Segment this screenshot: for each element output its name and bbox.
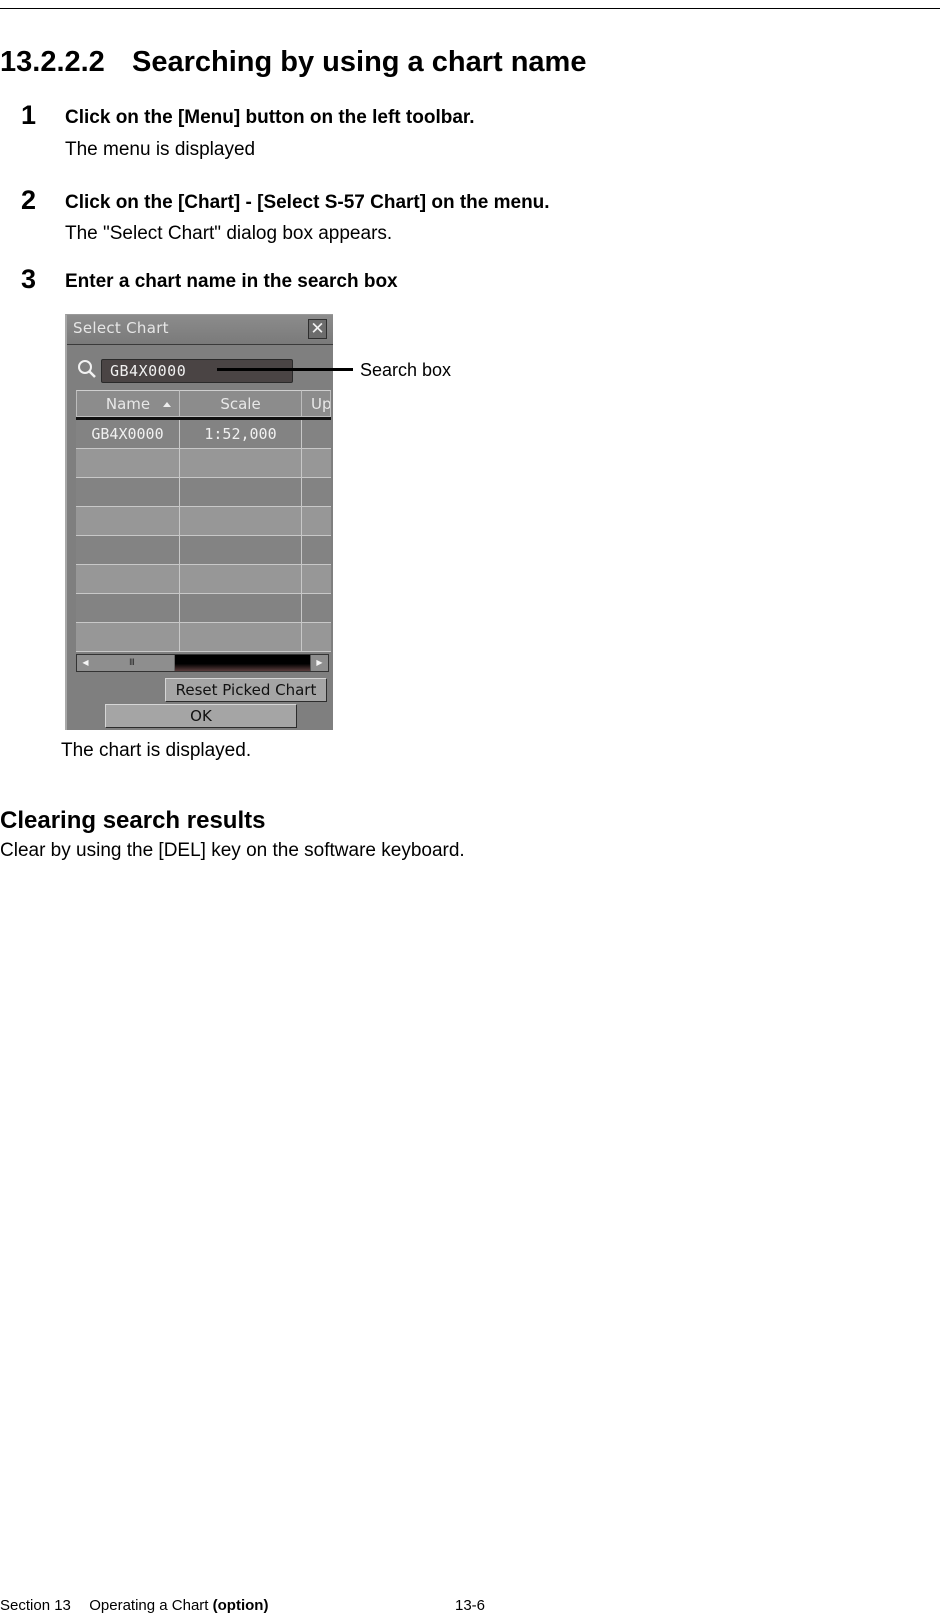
cell-scale	[180, 478, 302, 507]
cell-scale	[180, 623, 302, 652]
cell-name	[76, 536, 180, 565]
table-row[interactable]	[76, 536, 331, 565]
cell-name	[76, 478, 180, 507]
heading-number: 13.2.2.2	[0, 46, 105, 78]
cell-up	[302, 536, 331, 565]
arrow-right-icon: ▶	[316, 658, 323, 667]
table-row[interactable]	[76, 594, 331, 623]
column-label: Up	[311, 395, 331, 413]
table-row[interactable]	[76, 449, 331, 478]
cell-scale	[180, 565, 302, 594]
cell-up	[302, 420, 331, 449]
search-icon	[78, 360, 96, 378]
cell-up	[302, 594, 331, 623]
section-text: Clear by using the [DEL] key on the soft…	[0, 840, 465, 861]
dialog-title: Select Chart	[73, 319, 169, 337]
arrow-left-icon: ◀	[82, 658, 89, 667]
horizontal-scrollbar[interactable]: ◀ III ▶	[76, 654, 329, 672]
footer-chapter-suffix: (option)	[212, 1597, 269, 1614]
scroll-right-button[interactable]: ▶	[310, 655, 328, 671]
sort-ascending-icon	[163, 402, 171, 407]
cell-name	[76, 623, 180, 652]
section-heading: Clearing search results	[0, 807, 266, 834]
step-result: The chart is displayed.	[61, 740, 252, 761]
cell-name: GB4X0000	[76, 420, 180, 449]
cell-scale	[180, 449, 302, 478]
column-label: Name	[105, 395, 151, 413]
step-number: 2	[21, 185, 37, 215]
cell-name	[76, 594, 180, 623]
cell-up	[302, 623, 331, 652]
cell-scale	[180, 536, 302, 565]
callout-label: Search box	[360, 360, 452, 380]
step-result: The "Select Chart" dialog box appears.	[65, 223, 393, 244]
search-input[interactable]: GB4X0000	[101, 359, 293, 383]
table-row[interactable]	[76, 507, 331, 536]
step-number: 3	[21, 264, 37, 294]
footer-section-number: Section 13	[0, 1597, 71, 1614]
table-row[interactable]	[76, 478, 331, 507]
callout-leader-line	[217, 368, 353, 371]
column-label: Scale	[220, 395, 261, 413]
table-row[interactable]	[76, 623, 331, 652]
cell-up	[302, 449, 331, 478]
cell-scale: 1:52,000	[180, 420, 302, 449]
scroll-thumb[interactable]: III	[94, 655, 175, 671]
top-rule	[0, 8, 940, 9]
step-instruction: Click on the [Chart] - [Select S-57 Char…	[65, 192, 550, 213]
close-button[interactable]: ✕	[308, 319, 327, 339]
column-header-scale[interactable]: Scale	[179, 390, 302, 417]
dialog-titlebar: Select Chart ✕	[67, 315, 333, 345]
column-header-up[interactable]: Up	[301, 390, 331, 417]
step-number: 1	[21, 100, 37, 130]
grip-icon: III	[129, 658, 135, 668]
close-icon: ✕	[310, 319, 325, 339]
select-chart-dialog: Select Chart ✕ GB4X0000 Name Scale Up GB…	[65, 314, 333, 730]
step-result: The menu is displayed	[65, 139, 256, 160]
cell-name	[76, 507, 180, 536]
cell-name	[76, 449, 180, 478]
footer-section: Section 13 Operating a Chart (option)	[0, 1597, 268, 1615]
step-instruction: Enter a chart name in the search box	[65, 271, 398, 292]
footer-page-number: 13-6	[455, 1597, 486, 1614]
cell-scale	[180, 507, 302, 536]
ok-button[interactable]: OK	[105, 704, 297, 728]
scroll-left-button[interactable]: ◀	[77, 655, 95, 671]
cell-up	[302, 507, 331, 536]
table-row[interactable]	[76, 565, 331, 594]
table-header: Name Scale Up	[76, 390, 331, 420]
step-instruction: Click on the [Menu] button on the left t…	[65, 107, 475, 128]
reset-picked-chart-button[interactable]: Reset Picked Chart	[165, 678, 327, 702]
cell-scale	[180, 594, 302, 623]
cell-name	[76, 565, 180, 594]
heading-title: Searching by using a chart name	[132, 46, 587, 78]
footer-chapter: Operating a Chart	[89, 1597, 209, 1614]
cell-up	[302, 478, 331, 507]
cell-up	[302, 565, 331, 594]
page-heading: 13.2.2.2 Searching by using a chart name	[0, 44, 586, 80]
column-header-name[interactable]: Name	[76, 390, 180, 417]
table-row[interactable]: GB4X0000 1:52,000	[76, 420, 331, 449]
